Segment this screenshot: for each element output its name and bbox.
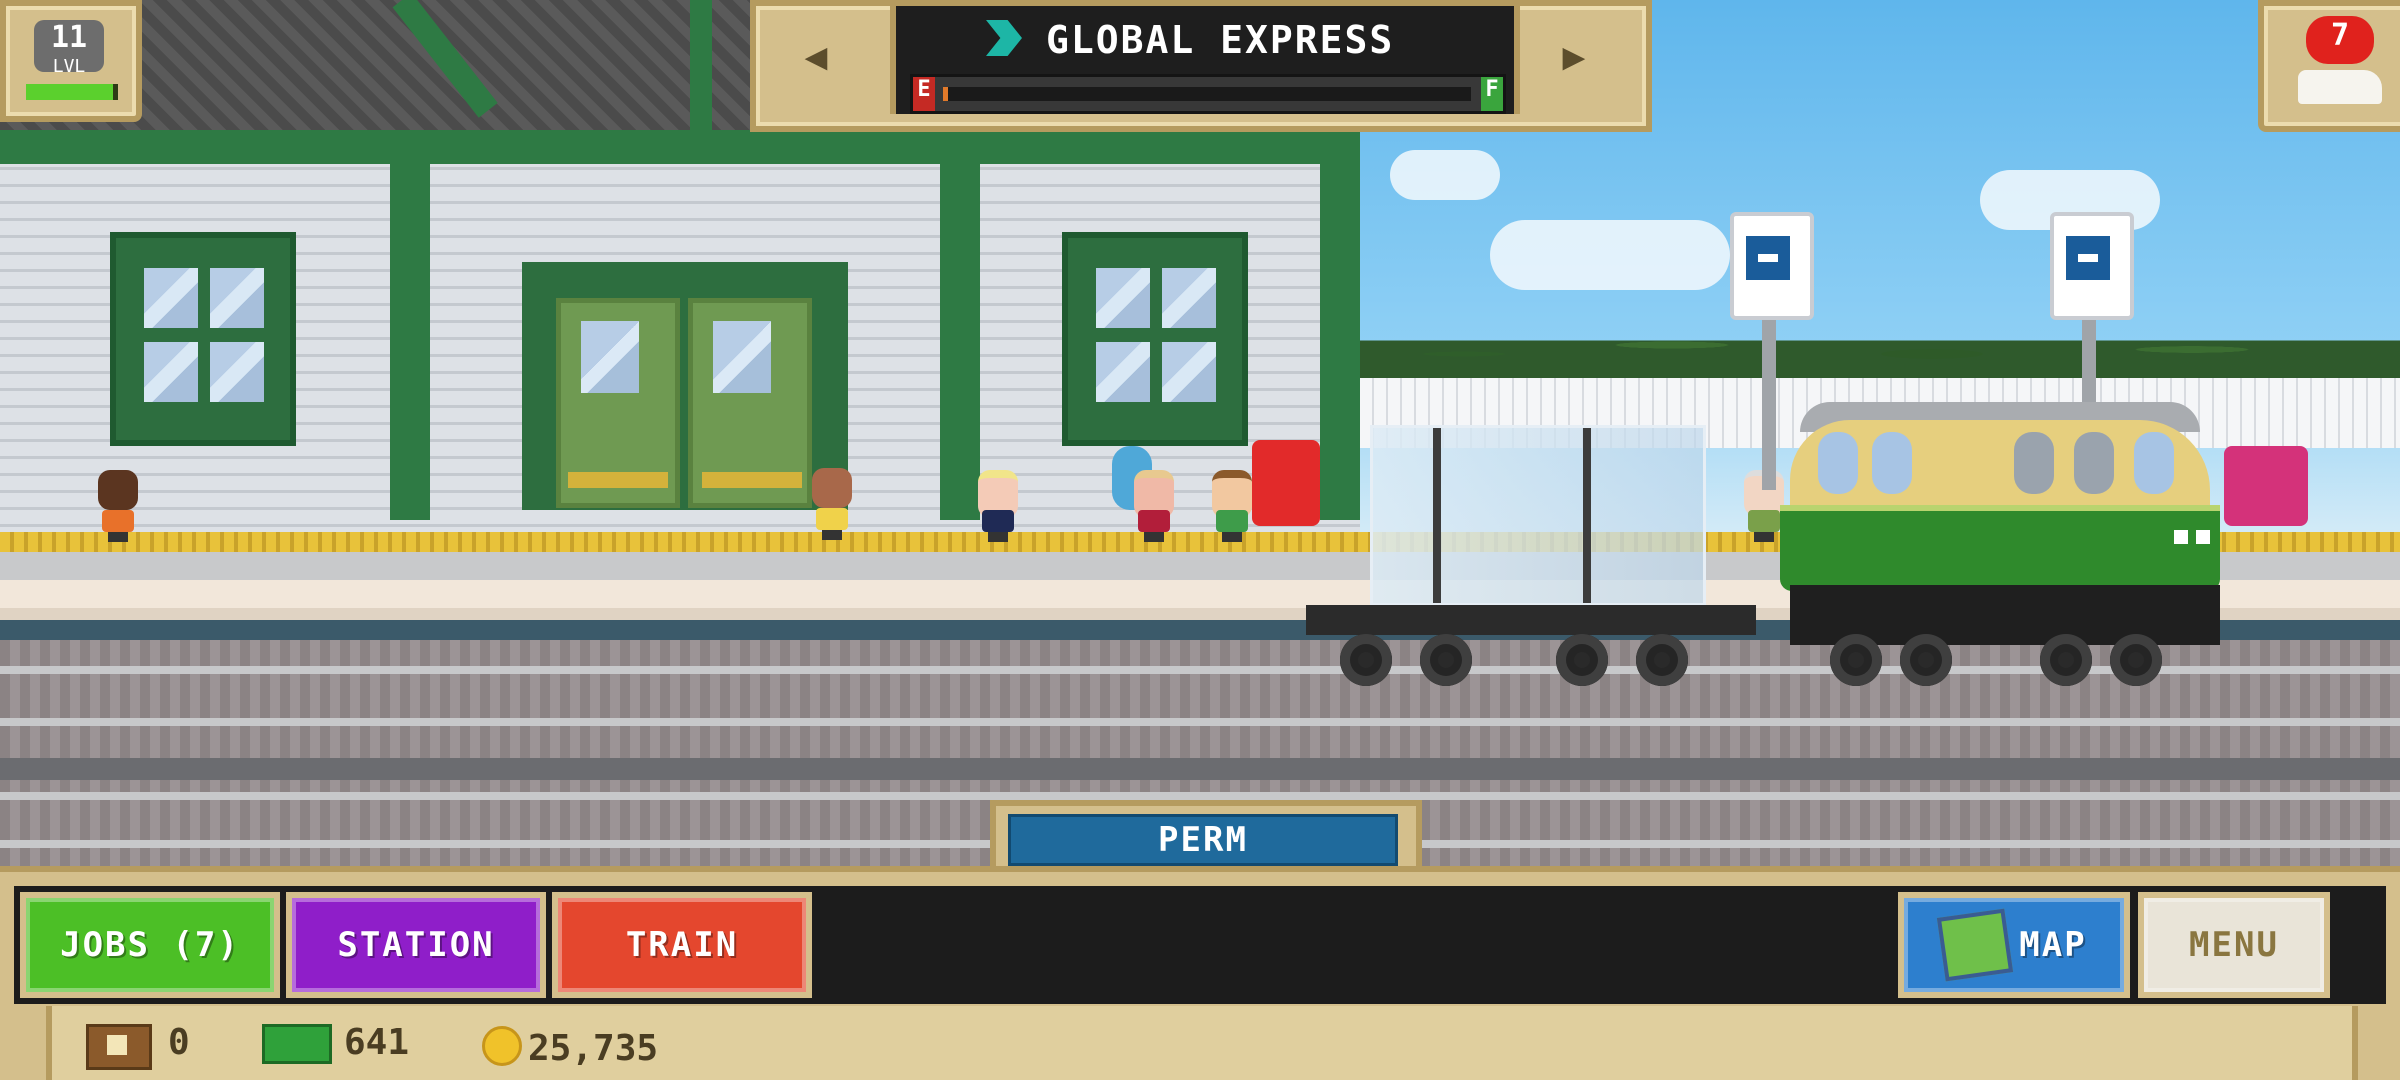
- train-info[interactable]: GLOBAL EXPRESS E F: [890, 6, 1520, 114]
- jobs-button[interactable]: JOBS (7): [20, 892, 280, 998]
- bottom-toolbar: JOBS (7) STATION TRAIN MAP MENU: [0, 866, 2400, 1012]
- menu-button-label: MENU: [2189, 925, 2279, 965]
- station-button-label: STATION: [337, 925, 495, 965]
- station-name: PERM: [1008, 814, 1398, 866]
- xp-bar: [26, 84, 118, 100]
- cloud: [1390, 150, 1500, 200]
- trains-alert-button[interactable]: 7: [2258, 0, 2400, 132]
- map-icon: [1937, 908, 2014, 982]
- tree-line: [1360, 300, 2400, 390]
- level-label: LVL: [52, 56, 86, 77]
- sign-pole: [1762, 300, 1776, 490]
- prev-train-button[interactable]: ◀: [756, 6, 876, 106]
- xp-bar-fill: [26, 84, 114, 100]
- train-type-icon: [986, 20, 1022, 56]
- beam: [0, 130, 1360, 164]
- station-window: [1062, 232, 1248, 446]
- pillar: [940, 160, 980, 520]
- flatcar[interactable]: [1306, 605, 1756, 635]
- wheel: [1340, 634, 1392, 686]
- level-number: 11: [50, 20, 88, 55]
- pillar: [1320, 160, 1360, 520]
- coins-amount: 25,735: [528, 1028, 659, 1069]
- menu-button[interactable]: MENU: [2138, 892, 2330, 998]
- crates-count: 0: [168, 1022, 190, 1063]
- fuel-full-label: F: [1481, 77, 1503, 111]
- cash-amount: 641: [344, 1022, 410, 1063]
- pillar: [390, 160, 430, 520]
- wheel: [1420, 634, 1472, 686]
- beam: [690, 0, 712, 130]
- platform-sign: [2050, 212, 2134, 320]
- right-arrow-icon: ▶: [1562, 34, 1586, 78]
- glass-cargo: [1370, 425, 1706, 606]
- train-icon: [2298, 70, 2382, 104]
- cloud: [1490, 220, 1730, 290]
- left-arrow-icon: ◀: [804, 34, 828, 78]
- coin-icon: [482, 1026, 522, 1066]
- resource-bar: 0 641 25,735: [0, 1006, 2400, 1080]
- wheel: [1636, 634, 1688, 686]
- station-name-tab: PERM: [990, 800, 1422, 872]
- fuel-empty-label: E: [913, 77, 935, 111]
- map-button[interactable]: MAP: [1898, 892, 2130, 998]
- map-button-label: MAP: [2019, 925, 2087, 965]
- station-window: [110, 232, 296, 446]
- pink-bag: [2224, 446, 2308, 526]
- level-panel[interactable]: 11 LVL: [0, 0, 142, 122]
- fuel-fill: [943, 87, 949, 101]
- train-selector: ◀ GLOBAL EXPRESS E F ▶: [750, 0, 1652, 132]
- wheel: [1556, 634, 1608, 686]
- cash-icon: [262, 1024, 332, 1064]
- red-suitcase: [1252, 440, 1320, 526]
- platform-sign: [1730, 212, 1814, 320]
- alert-count: 7: [2330, 18, 2350, 53]
- train-button-label: TRAIN: [625, 925, 739, 965]
- jobs-button-label: JOBS (7): [60, 925, 240, 965]
- crate-icon: [86, 1024, 152, 1070]
- station-door[interactable]: [522, 262, 848, 510]
- train-name: GLOBAL EXPRESS: [1046, 18, 1395, 62]
- fuel-gauge: E F: [910, 74, 1506, 114]
- station-button[interactable]: STATION: [286, 892, 546, 998]
- train-button[interactable]: TRAIN: [552, 892, 812, 998]
- next-train-button[interactable]: ▶: [1514, 6, 1634, 106]
